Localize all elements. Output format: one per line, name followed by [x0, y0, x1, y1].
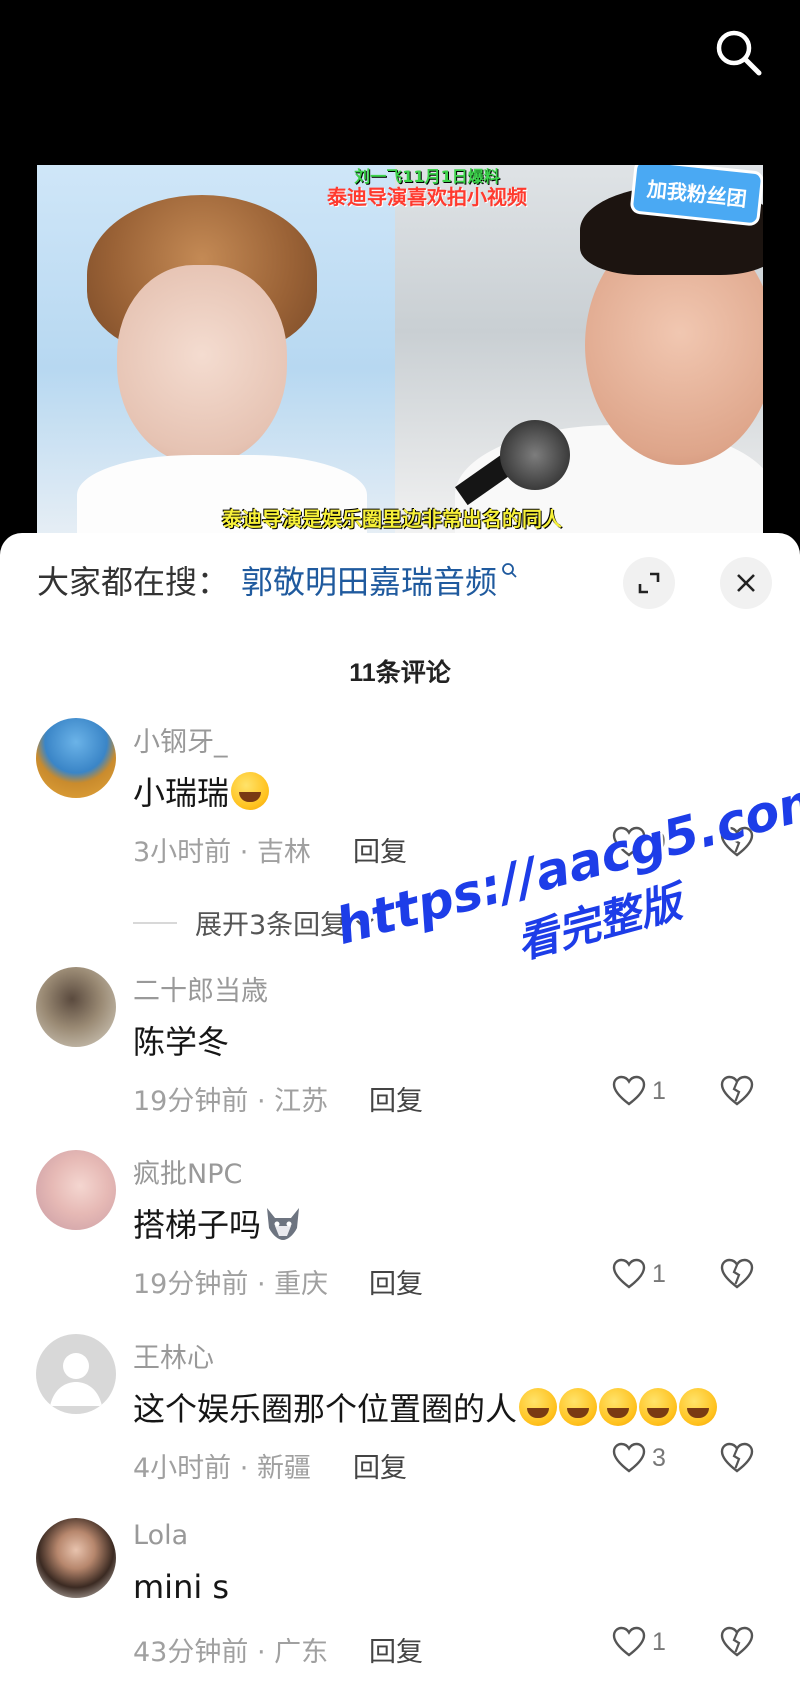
comment-time: 4小时前	[133, 1453, 232, 1484]
comment-text: 搭梯子吗	[133, 1200, 303, 1246]
like-count: 1	[652, 1627, 666, 1656]
dislike-button[interactable]	[720, 1626, 754, 1662]
avatar[interactable]	[36, 1150, 116, 1230]
comment-username[interactable]: 二十郎当歳	[133, 969, 268, 1008]
comment-location: 江苏	[274, 1086, 329, 1117]
reply-button[interactable]: 回复	[353, 830, 407, 869]
reply-button[interactable]: 回复	[369, 1630, 423, 1669]
comment-meta: 19分钟前 · 江苏	[133, 1086, 329, 1117]
like-button[interactable]: 1	[612, 1258, 666, 1290]
divider	[133, 921, 177, 924]
comment-meta: 3小时前 · 吉林	[133, 837, 311, 868]
comment-text: 这个娱乐圈那个位置圈的人	[133, 1384, 718, 1430]
comment-time: 3小时前	[133, 837, 232, 868]
heart-icon	[612, 1258, 646, 1289]
expand-replies-button[interactable]: 展开3条回复	[133, 903, 375, 942]
comment-text-content: 搭梯子吗	[133, 1206, 262, 1244]
like-count: 1	[652, 1259, 666, 1288]
top-bar	[0, 0, 800, 160]
reply-button[interactable]: 回复	[353, 1446, 407, 1485]
comment-text-content: 这个娱乐圈那个位置圈的人	[133, 1390, 518, 1428]
comment-meta: 43分钟前 · 广东	[133, 1637, 329, 1668]
dislike-button[interactable]	[720, 1075, 754, 1111]
trending-search-label: 大家都在搜：	[37, 563, 230, 601]
reply-button[interactable]: 回复	[369, 1262, 423, 1301]
avatar[interactable]	[36, 967, 116, 1047]
microphone-icon	[500, 420, 570, 490]
trending-search-term[interactable]: 郭敬明田嘉瑞音频	[241, 557, 497, 603]
like-button[interactable]: 1	[612, 1626, 666, 1658]
comment-text: 小瑞瑞	[133, 768, 270, 814]
broken-heart-icon	[720, 826, 754, 857]
comment-text: mini s	[133, 1568, 230, 1606]
comment-time: 19分钟前	[133, 1269, 249, 1300]
laughing-crying-emoji-icon	[599, 1388, 638, 1426]
expand-replies-label: 展开3条回复	[195, 910, 348, 941]
dislike-button[interactable]	[720, 1442, 754, 1478]
avatar[interactable]	[36, 1334, 116, 1414]
like-count: 9	[652, 827, 666, 856]
video-person-face	[117, 265, 287, 465]
comment-username[interactable]: 王林心	[133, 1336, 214, 1375]
avatar[interactable]	[36, 718, 116, 798]
comment-username[interactable]: 小钢牙_	[133, 720, 228, 759]
search-icon[interactable]	[712, 26, 764, 78]
laughing-crying-emoji-icon	[231, 772, 270, 810]
heart-icon	[612, 826, 646, 857]
broken-heart-icon	[720, 1442, 754, 1473]
like-count: 1	[652, 1076, 666, 1105]
avatar[interactable]	[36, 1518, 116, 1598]
broken-heart-icon	[720, 1626, 754, 1657]
heart-icon	[612, 1442, 646, 1473]
comment-sheet: 大家都在搜： 郭敬明田嘉瑞音频 11条评论 小钢牙_ 小瑞瑞 3小时前 · 吉林…	[0, 533, 800, 1695]
video-subtitle: 泰迪导演是娱乐圈里边非常出名的同人	[222, 507, 562, 531]
laughing-crying-emoji-icon	[519, 1388, 558, 1426]
mini-search-icon	[501, 562, 517, 583]
laughing-crying-emoji-icon	[559, 1388, 598, 1426]
heart-icon	[612, 1626, 646, 1657]
like-button[interactable]: 1	[612, 1075, 666, 1107]
comment-time: 19分钟前	[133, 1086, 249, 1117]
default-user-icon	[50, 1353, 102, 1406]
comment-text-content: 小瑞瑞	[133, 774, 230, 812]
video-caption-line2: 泰迪导演喜欢拍小视频	[327, 184, 527, 209]
comments-count: 11条评论	[349, 659, 451, 687]
comment-location: 重庆	[274, 1269, 329, 1300]
broken-heart-icon	[720, 1258, 754, 1289]
expand-button[interactable]	[623, 557, 675, 609]
comment-text: 陈学冬	[133, 1023, 230, 1061]
comment-username[interactable]: 疯批NPC	[133, 1152, 242, 1191]
close-button[interactable]	[720, 557, 772, 609]
comment-location: 吉林	[256, 837, 311, 868]
broken-heart-icon	[720, 1075, 754, 1106]
like-count: 3	[652, 1443, 666, 1472]
video-left-frame	[37, 165, 395, 535]
comment-meta: 19分钟前 · 重庆	[133, 1269, 329, 1300]
like-button[interactable]: 3	[612, 1442, 666, 1474]
dislike-button[interactable]	[720, 1258, 754, 1294]
comment-time: 43分钟前	[133, 1637, 249, 1668]
dislike-button[interactable]	[720, 826, 754, 862]
comment-location: 新疆	[256, 1453, 311, 1484]
trending-search[interactable]: 大家都在搜： 郭敬明田嘉瑞音频	[37, 557, 517, 603]
comment-meta: 4小时前 · 新疆	[133, 1453, 311, 1484]
laughing-crying-emoji-icon	[679, 1388, 718, 1426]
laughing-crying-emoji-icon	[639, 1388, 678, 1426]
chevron-down-icon	[354, 917, 374, 929]
like-button[interactable]: 9	[612, 826, 666, 858]
comment-location: 广东	[274, 1637, 329, 1668]
comment-username[interactable]: Lola	[133, 1520, 188, 1551]
wolf-emoji-icon	[263, 1204, 303, 1242]
video-caption-line1: 刘一飞11月1日爆料	[354, 167, 500, 186]
reply-button[interactable]: 回复	[369, 1079, 423, 1118]
video-top-caption: 刘一飞11月1日爆料 泰迪导演喜欢拍小视频	[297, 168, 557, 208]
video-player[interactable]: 加我粉丝团 刘一飞11月1日爆料 泰迪导演喜欢拍小视频 泰迪导演是娱乐圈里边非常…	[37, 165, 763, 535]
close-icon	[737, 574, 755, 592]
expand-icon	[638, 572, 660, 594]
heart-icon	[612, 1075, 646, 1106]
